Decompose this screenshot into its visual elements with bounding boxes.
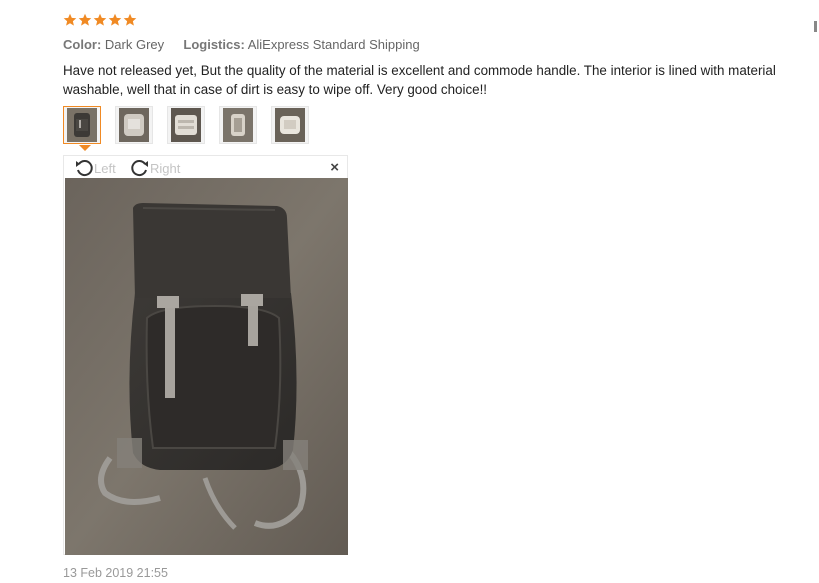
rotate-right-icon bbox=[131, 160, 148, 177]
color-value: Dark Grey bbox=[104, 37, 165, 52]
star-icon bbox=[63, 13, 77, 26]
thumbnail-image bbox=[223, 108, 253, 142]
review-text: Have not released yet, But the quality o… bbox=[63, 63, 776, 97]
star-icon bbox=[78, 13, 92, 26]
rotate-left-button[interactable]: Left bbox=[74, 158, 116, 178]
thumbnail-4[interactable] bbox=[219, 106, 257, 144]
thumbnail-5[interactable] bbox=[271, 106, 309, 144]
logistics-value: AliExpress Standard Shipping bbox=[247, 37, 420, 52]
star-icon bbox=[123, 13, 137, 26]
close-button[interactable]: × bbox=[330, 159, 339, 176]
scrollbar[interactable] bbox=[814, 21, 817, 32]
star-rating bbox=[63, 13, 137, 27]
thumbnail-1[interactable] bbox=[63, 106, 101, 144]
logistics-label: Logistics: bbox=[183, 37, 245, 52]
thumbnail-image bbox=[171, 108, 201, 142]
rotate-right-button[interactable]: Right bbox=[130, 158, 180, 178]
thumbnail-2[interactable] bbox=[115, 106, 153, 144]
image-viewer: Left Right × bbox=[63, 155, 348, 555]
thumbnail-3[interactable] bbox=[167, 106, 205, 144]
thumbnail-strip bbox=[63, 106, 323, 144]
viewer-toolbar: Left Right × bbox=[64, 156, 347, 178]
review-meta: Color: Dark Grey Logistics: AliExpress S… bbox=[63, 37, 420, 52]
star-icon bbox=[93, 13, 107, 26]
thumbnail-image bbox=[275, 108, 305, 142]
thumbnail-image bbox=[119, 108, 149, 142]
star-icon bbox=[108, 13, 122, 26]
selected-thumbnail-pointer bbox=[79, 145, 91, 151]
review-photo bbox=[65, 178, 348, 555]
rotate-left-icon bbox=[76, 160, 93, 177]
rotate-left-label: Left bbox=[94, 160, 116, 176]
review-date: 13 Feb 2019 21:55 bbox=[63, 566, 168, 580]
rotate-right-label: Right bbox=[150, 160, 181, 176]
thumbnail-image bbox=[67, 108, 97, 142]
color-label: Color: bbox=[63, 37, 102, 52]
